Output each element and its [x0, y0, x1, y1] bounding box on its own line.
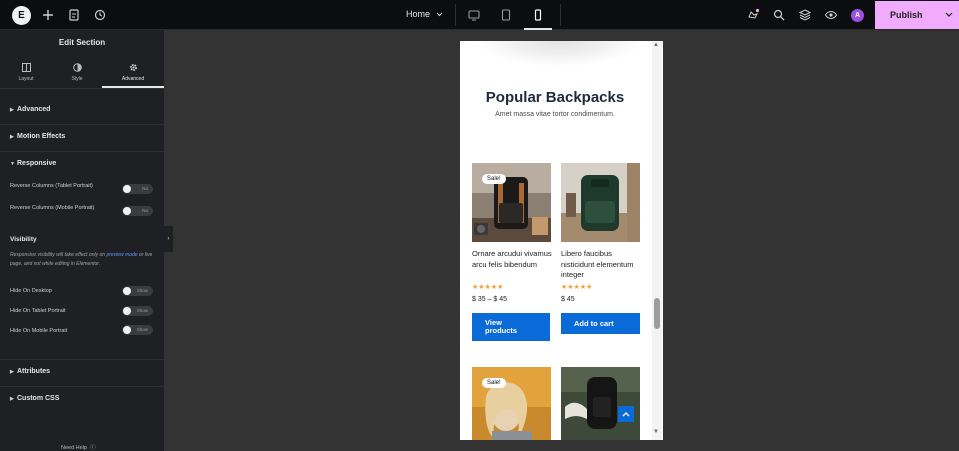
- elementor-logo-icon[interactable]: E: [12, 6, 31, 25]
- user-avatar[interactable]: A: [851, 9, 864, 22]
- tab-label: Advanced: [121, 76, 145, 82]
- divider: [560, 4, 561, 26]
- toggle-knob: [123, 185, 131, 193]
- publish-label: Publish: [890, 10, 923, 20]
- product-price: $ 45: [561, 296, 575, 303]
- help-icon: ⓘ: [88, 445, 96, 451]
- product-price: $ 35 – $ 45: [472, 296, 508, 303]
- preview-scrollbar[interactable]: [652, 41, 662, 440]
- tab-label: Style: [71, 76, 83, 82]
- structure-layers-icon[interactable]: [798, 8, 812, 22]
- tab-label: Layout: [18, 76, 34, 82]
- hide-on-mobile-label: Hide On Mobile Portrait: [10, 328, 68, 334]
- active-device-indicator: [524, 28, 552, 30]
- sale-badge: Sale!: [482, 174, 506, 184]
- divider: [0, 359, 164, 360]
- page-name: Home: [406, 9, 431, 19]
- page-selector[interactable]: Home: [406, 9, 443, 19]
- toggle-knob: [123, 326, 131, 334]
- mobile-device-icon[interactable]: [531, 8, 545, 22]
- caret-right-icon: ▶: [10, 369, 14, 375]
- reverse-columns-tablet-label: Reverse Columns (Tablet Portrait): [10, 183, 93, 189]
- search-icon[interactable]: [772, 8, 786, 22]
- preview-mode-link[interactable]: preview mode: [106, 252, 137, 258]
- product-title[interactable]: Libero faucibus nisticidunt elementum in…: [561, 249, 643, 281]
- reverse-columns-mobile-label: Reverse Columns (Mobile Portrait): [10, 205, 95, 211]
- tab-layout[interactable]: Layout: [1, 63, 51, 82]
- caret-down-icon: ▼: [10, 161, 15, 167]
- hide-on-tablet-label: Hide On Tablet Portrait: [10, 308, 66, 314]
- publish-button[interactable]: Publish: [875, 1, 959, 29]
- desktop-device-icon[interactable]: [467, 8, 481, 22]
- mobile-preview: Popular Backpacks Amet massa vitae torto…: [460, 41, 663, 440]
- back-to-top-button[interactable]: [618, 406, 634, 422]
- toggle-knob: [123, 207, 131, 215]
- visibility-note: Responsive visibility will take effect o…: [10, 252, 153, 267]
- section-attributes[interactable]: ▶ Attributes: [10, 368, 50, 375]
- rating-stars: ★★★★★: [561, 284, 593, 291]
- hide-on-tablet-toggle[interactable]: Show: [122, 306, 153, 316]
- divider: [0, 151, 164, 152]
- toggle-knob: [123, 307, 131, 315]
- chevron-down-icon: [436, 9, 443, 19]
- section-heading[interactable]: Popular Backpacks: [460, 89, 650, 106]
- collapse-panel-button[interactable]: ‹: [164, 226, 173, 252]
- add-to-cart-button[interactable]: Add to cart: [561, 313, 640, 334]
- product-title[interactable]: Ornare arcudui vivamus arcu felis bibend…: [472, 249, 554, 270]
- section-shadow: [475, 41, 645, 67]
- backpack-photo: [561, 367, 640, 440]
- tablet-device-icon[interactable]: [499, 8, 513, 22]
- hide-on-desktop-label: Hide On Desktop: [10, 288, 52, 294]
- product-image[interactable]: [561, 163, 640, 242]
- chevron-up-icon: [622, 412, 630, 417]
- divider: [0, 124, 164, 125]
- section-custom-css[interactable]: ▶ Custom CSS: [10, 395, 59, 402]
- rating-stars: ★★★★★: [472, 284, 504, 291]
- scroll-up-arrow-icon[interactable]: ▲: [653, 42, 659, 48]
- caret-right-icon: ▶: [10, 107, 14, 113]
- toggle-knob: [123, 287, 131, 295]
- hide-on-desktop-toggle[interactable]: Show: [122, 286, 153, 296]
- layout-icon: [21, 63, 31, 72]
- top-bar: E Home A Publish: [0, 0, 959, 30]
- notifications-icon[interactable]: [746, 8, 760, 22]
- edit-panel: Edit Section Layout Style Advanced ▶ Adva…: [0, 30, 164, 451]
- product-image[interactable]: Sale!: [472, 367, 551, 440]
- reverse-columns-tablet-toggle[interactable]: No: [122, 184, 153, 194]
- hide-on-mobile-toggle[interactable]: Show: [122, 325, 153, 335]
- product-image[interactable]: Sale!: [472, 163, 551, 242]
- tab-style[interactable]: Style: [52, 63, 102, 82]
- preview-eye-icon[interactable]: [824, 8, 838, 22]
- chevron-left-icon: ‹: [167, 236, 170, 242]
- history-icon[interactable]: [93, 8, 107, 22]
- add-element-icon[interactable]: [41, 8, 55, 22]
- panel-title: Edit Section: [58, 38, 106, 47]
- section-motion-effects[interactable]: ▶ Motion Effects: [10, 133, 65, 140]
- view-products-button[interactable]: View products: [472, 313, 550, 341]
- caret-right-icon: ▶: [10, 134, 14, 140]
- section-advanced[interactable]: ▶ Advanced: [10, 106, 50, 113]
- style-icon: [72, 63, 82, 72]
- caret-right-icon: ▶: [10, 396, 14, 402]
- scrollbar-thumb[interactable]: [654, 298, 660, 329]
- visibility-heading: Visibility: [10, 236, 37, 243]
- product-image[interactable]: [561, 367, 640, 440]
- chevron-down-icon[interactable]: [945, 10, 953, 20]
- tab-advanced[interactable]: Advanced: [108, 63, 158, 82]
- page-settings-icon[interactable]: [67, 8, 81, 22]
- divider: [0, 386, 164, 387]
- gear-icon: [129, 64, 137, 71]
- section-subheading[interactable]: Amet massa vitae tortor condimentum.: [460, 111, 650, 118]
- backpack-photo: [561, 163, 640, 242]
- divider: [455, 4, 456, 26]
- section-responsive[interactable]: ▼ Responsive: [10, 160, 56, 167]
- sale-badge: Sale!: [482, 378, 506, 388]
- reverse-columns-mobile-toggle[interactable]: No: [122, 206, 153, 216]
- need-help-link[interactable]: Need Help ⓘ: [61, 443, 96, 451]
- scroll-down-arrow-icon[interactable]: ▼: [653, 429, 659, 435]
- divider: [0, 88, 164, 89]
